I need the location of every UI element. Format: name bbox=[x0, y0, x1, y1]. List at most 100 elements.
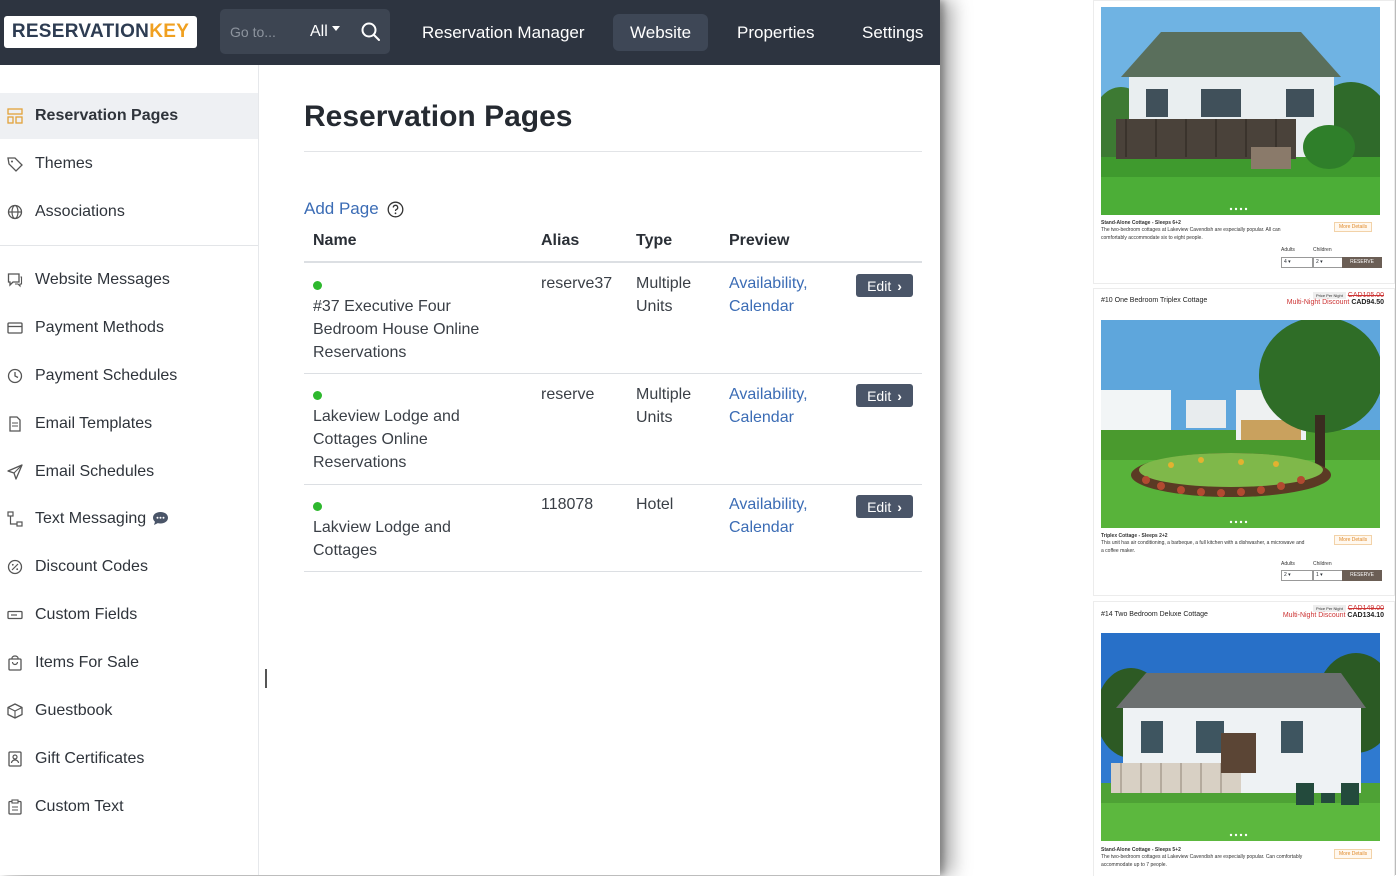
column-header-preview[interactable]: Preview bbox=[729, 232, 789, 250]
column-header-alias[interactable]: Alias bbox=[541, 232, 579, 250]
row-preview-links: Availability, Calendar bbox=[729, 383, 808, 429]
search-icon[interactable] bbox=[360, 21, 382, 43]
edit-button[interactable]: Edit › bbox=[856, 274, 913, 297]
sidebar-item-gift-certificates[interactable]: Gift Certificates bbox=[0, 736, 258, 782]
column-header-type[interactable]: Type bbox=[636, 232, 672, 250]
row-type: Multiple Units bbox=[636, 386, 692, 426]
help-icon[interactable] bbox=[387, 201, 404, 218]
discounted-price: CAD134.10 bbox=[1347, 612, 1384, 619]
sidebar-item-payment-schedules[interactable]: Payment Schedules bbox=[0, 353, 258, 399]
top-navbar: RESERVATIONKEY All Reservation Manager W… bbox=[0, 0, 940, 65]
tag-icon bbox=[7, 157, 23, 172]
goto-search-input[interactable] bbox=[220, 9, 310, 54]
document-icon bbox=[9, 416, 21, 432]
column-header-name[interactable]: Name bbox=[313, 232, 357, 250]
sidebar-item-associations[interactable]: Associations bbox=[0, 189, 258, 235]
calendar-link[interactable]: Calendar bbox=[729, 295, 808, 318]
status-active-dot bbox=[313, 502, 322, 511]
children-select[interactable]: 1 ▾ bbox=[1313, 570, 1345, 581]
children-label: Children bbox=[1313, 247, 1332, 253]
more-details-button[interactable]: More Details bbox=[1334, 222, 1373, 232]
cottage-photo[interactable] bbox=[1101, 7, 1380, 215]
sidebar-item-email-templates[interactable]: Email Templates bbox=[0, 401, 258, 447]
goto-search-group: All bbox=[220, 9, 390, 54]
availability-link[interactable]: Availability, bbox=[729, 493, 808, 516]
calendar-link[interactable]: Calendar bbox=[729, 516, 808, 539]
discount-label: Multi-Night Discount bbox=[1282, 612, 1346, 619]
row-alias: 118078 bbox=[541, 496, 594, 513]
original-price: CAD149.00 bbox=[1347, 605, 1384, 612]
availability-link[interactable]: Availability, bbox=[729, 272, 808, 295]
reservationkey-logo[interactable]: RESERVATION KEY bbox=[4, 16, 197, 48]
row-alias: reserve bbox=[541, 386, 595, 403]
nav-properties[interactable]: Properties bbox=[720, 14, 831, 51]
caret-down-icon bbox=[331, 26, 340, 31]
status-active-dot bbox=[313, 281, 322, 290]
sidebar-item-items-for-sale[interactable]: Items For Sale bbox=[0, 640, 258, 686]
chevron-down-icon: ▾ bbox=[1286, 259, 1291, 265]
sidebar-item-custom-text[interactable]: Custom Text bbox=[0, 784, 258, 830]
calendar-link[interactable]: Calendar bbox=[729, 406, 808, 429]
search-scope-dropdown[interactable]: All bbox=[310, 9, 348, 54]
sidebar-item-custom-fields[interactable]: Custom Fields bbox=[0, 592, 258, 638]
row-name: Lakeview Lodge and Cottages Online Reser… bbox=[313, 408, 460, 471]
availability-link[interactable]: Availability, bbox=[729, 383, 808, 406]
bag-icon bbox=[8, 655, 22, 671]
discount-icon bbox=[7, 559, 23, 575]
price-box: Price Per Night CAD149.00 Multi-Night Di… bbox=[1283, 605, 1384, 619]
original-price: CAD105.00 bbox=[1347, 292, 1384, 299]
children-label: Children bbox=[1313, 561, 1332, 567]
chevron-right-icon: › bbox=[897, 498, 902, 515]
add-page-link[interactable]: Add Page bbox=[304, 199, 404, 219]
more-details-button[interactable]: More Details bbox=[1334, 849, 1373, 859]
unit-category: Stand-Alone Cottage - Sleeps 5+2 bbox=[1101, 847, 1181, 853]
nav-website[interactable]: Website bbox=[613, 14, 709, 51]
unit-description: a coffee maker. bbox=[1101, 548, 1136, 554]
unit-description: The two-bedroom cottages at Lakeview Cav… bbox=[1101, 854, 1303, 860]
status-active-dot bbox=[313, 391, 322, 400]
row-divider bbox=[304, 571, 922, 572]
admin-window: RESERVATIONKEY All Reservation Manager W… bbox=[0, 0, 940, 875]
sidebar-item-reservation-pages[interactable]: Reservation Pages bbox=[0, 93, 258, 139]
chevron-right-icon: › bbox=[897, 277, 902, 294]
sidebar-item-payment-methods[interactable]: Payment Methods bbox=[0, 305, 258, 351]
price-per-night-label: Price Per Night bbox=[1312, 605, 1346, 612]
children-select[interactable]: 2 ▾ bbox=[1313, 257, 1345, 268]
more-details-button[interactable]: More Details bbox=[1334, 535, 1373, 545]
preview-edge bbox=[1395, 0, 1396, 875]
row-preview-links: Availability, Calendar bbox=[729, 493, 808, 539]
adults-select[interactable]: 4 ▾ bbox=[1281, 257, 1313, 268]
sidebar-item-themes[interactable]: Themes bbox=[0, 141, 258, 187]
sidebar-item-website-messages[interactable]: Website Messages bbox=[0, 257, 258, 303]
adults-label: Adults bbox=[1281, 561, 1295, 567]
cottage-photo[interactable] bbox=[1101, 320, 1380, 528]
unit-description: comfortably accommodate six to eight peo… bbox=[1101, 235, 1203, 241]
field-icon bbox=[7, 610, 23, 620]
price-box: Price Per Night CAD105.00 Multi-Night Di… bbox=[1287, 292, 1384, 306]
row-name: #37 Executive Four Bedroom House Online … bbox=[313, 298, 480, 361]
sidebar-item-text-messaging[interactable]: Text Messaging bbox=[0, 496, 258, 542]
adults-label: Adults bbox=[1281, 247, 1295, 253]
flow-icon bbox=[7, 511, 23, 527]
unit-title: #14 Two Bedroom Deluxe Cottage bbox=[1101, 611, 1208, 618]
reserve-button[interactable]: RESERVE bbox=[1342, 570, 1382, 581]
price-per-night-label: Price Per Night bbox=[1312, 292, 1346, 299]
box-icon bbox=[7, 703, 23, 719]
adults-select[interactable]: 2 ▾ bbox=[1281, 570, 1313, 581]
sidebar-item-discount-codes[interactable]: Discount Codes bbox=[0, 544, 258, 590]
title-divider bbox=[304, 151, 922, 152]
unit-card: #10 One Bedroom Triplex Cottage Price Pe… bbox=[1093, 288, 1395, 596]
edit-button[interactable]: Edit › bbox=[856, 495, 913, 518]
chat-bubble-icon bbox=[153, 512, 169, 526]
nav-settings[interactable]: Settings bbox=[845, 14, 940, 51]
nav-reservation-manager[interactable]: Reservation Manager bbox=[405, 14, 602, 51]
reserve-button[interactable]: RESERVE bbox=[1342, 257, 1382, 268]
sidebar-item-email-schedules[interactable]: Email Schedules bbox=[0, 449, 258, 495]
row-divider bbox=[304, 373, 922, 374]
chevron-down-icon: ▾ bbox=[1286, 572, 1291, 578]
clock-icon bbox=[7, 368, 23, 384]
sidebar-item-guestbook[interactable]: Guestbook bbox=[0, 688, 258, 734]
cottage-photo[interactable] bbox=[1101, 633, 1380, 841]
sidebar-divider bbox=[0, 245, 258, 246]
edit-button[interactable]: Edit › bbox=[856, 384, 913, 407]
